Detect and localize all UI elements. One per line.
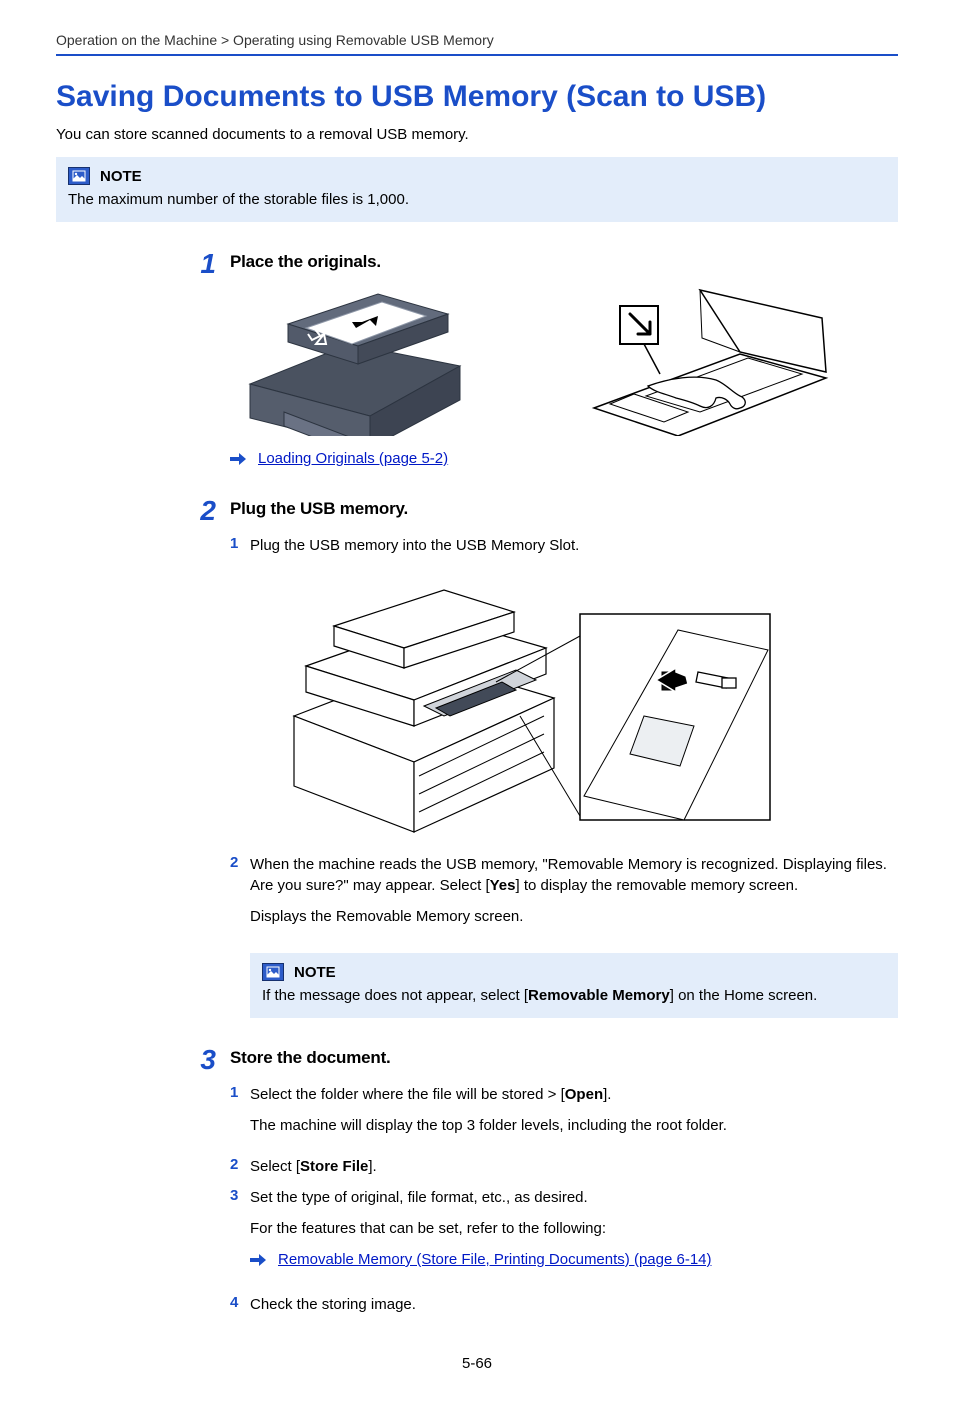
page-title: Saving Documents to USB Memory (Scan to … — [56, 80, 898, 114]
substep-text: Set the type of original, file format, e… — [250, 1187, 898, 1284]
step-number-1: 1 — [186, 250, 230, 278]
reference-link-loading-originals[interactable]: Loading Originals (page 5-2) — [258, 450, 448, 467]
arrow-right-icon — [250, 1254, 266, 1266]
step-number-3: 3 — [186, 1046, 230, 1074]
substep-text: Select the folder where the file will be… — [250, 1084, 898, 1146]
note-icon — [68, 167, 90, 185]
substep-number: 3 — [230, 1187, 250, 1284]
note-body: If the message does not appear, select [… — [262, 987, 886, 1004]
breadcrumb: Operation on the Machine > Operating usi… — [56, 32, 898, 48]
note-label: NOTE — [294, 964, 336, 981]
step-title-1: Place the originals. — [230, 250, 898, 272]
header-rule — [56, 54, 898, 56]
substep-number: 2 — [230, 1156, 250, 1177]
substep-text: Select [Store File]. — [250, 1156, 898, 1177]
substep-text: When the machine reads the USB memory, "… — [250, 854, 898, 937]
substep-text: Plug the USB memory into the USB Memory … — [250, 535, 898, 556]
intro-text: You can store scanned documents to a rem… — [56, 126, 898, 143]
substep-number: 1 — [230, 1084, 250, 1146]
inner-note-box: NOTE If the message does not appear, sel… — [250, 953, 898, 1018]
substep-number: 1 — [230, 535, 250, 556]
substep-text: Check the storing image. — [250, 1294, 898, 1315]
note-box: NOTE The maximum number of the storable … — [56, 157, 898, 222]
printer-usb-illustration — [284, 576, 774, 836]
arrow-right-icon — [230, 453, 246, 465]
substep-number: 2 — [230, 854, 250, 937]
step-title-2: Plug the USB memory. — [230, 497, 898, 519]
note-icon — [262, 963, 284, 981]
step-number-2: 2 — [186, 497, 230, 525]
substep-number: 4 — [230, 1294, 250, 1315]
reference-link-removable-memory[interactable]: Removable Memory (Store File, Printing D… — [278, 1249, 712, 1270]
step-title-3: Store the document. — [230, 1046, 898, 1068]
note-body: The maximum number of the storable files… — [68, 191, 886, 208]
printer-illustration — [230, 288, 480, 436]
platen-illustration — [590, 288, 830, 436]
page-number: 5-66 — [56, 1355, 898, 1372]
note-label: NOTE — [100, 168, 142, 185]
